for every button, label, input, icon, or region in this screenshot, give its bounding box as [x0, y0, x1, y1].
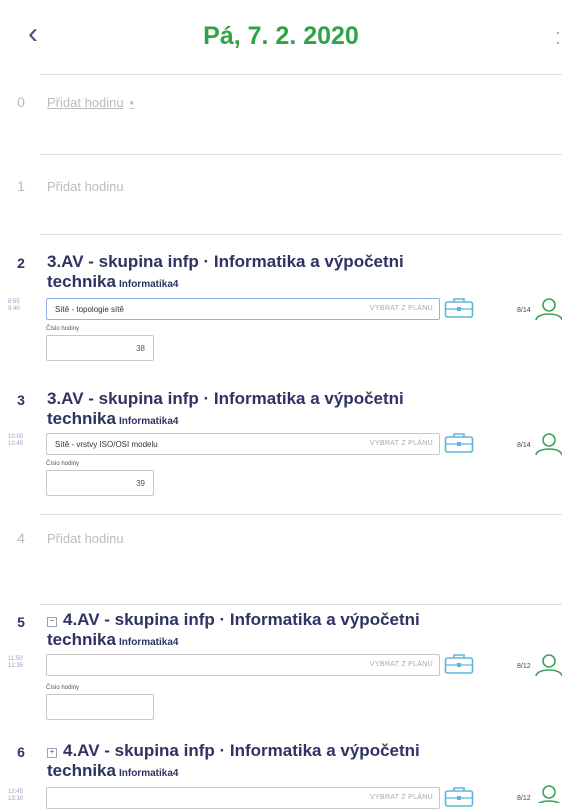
- topic-value: Sítě - topologie sítě: [55, 305, 124, 314]
- lesson-number: 3: [17, 392, 25, 408]
- attendance-count: 8/14: [517, 307, 531, 314]
- time-end: 13:30: [8, 796, 24, 802]
- lesson-slot-1: 1 Přidat hodinu: [0, 154, 562, 234]
- briefcase-icon[interactable]: [444, 653, 474, 675]
- pick-from-plan-button[interactable]: VYBRAT Z PLÁNU: [370, 794, 433, 801]
- subject-name: Informatika4: [118, 416, 179, 427]
- person-icon[interactable]: [533, 784, 562, 803]
- topic-input[interactable]: VYBRAT Z PLÁNU: [46, 654, 440, 676]
- lesson-number: 5: [17, 614, 25, 630]
- lesson-slot-3: 3 3.AV - skupina infp · Informatika a vý…: [0, 384, 562, 514]
- lesson-slot-4: 4 Přidat hodinu: [0, 514, 562, 604]
- lesson-title-text: 3.AV - skupina infp · Informatika a výpo…: [47, 252, 404, 291]
- person-icon[interactable]: [533, 432, 562, 456]
- pick-from-plan-button[interactable]: VYBRAT Z PLÁNU: [370, 440, 433, 447]
- topic-input[interactable]: VYBRAT Z PLÁNU: [46, 787, 440, 809]
- briefcase-icon[interactable]: [444, 432, 474, 454]
- pick-from-plan-button[interactable]: VYBRAT Z PLÁNU: [370, 305, 433, 312]
- lesson-number: 2: [17, 255, 25, 271]
- add-lesson-link[interactable]: Přidat hodinu •: [47, 95, 134, 110]
- lesson-number-value: 38: [136, 344, 145, 353]
- group-expand-icon[interactable]: −: [47, 617, 57, 627]
- lesson-time: 8:55 9:40: [8, 299, 20, 313]
- lesson-title-text: 4.AV - skupina infp · Informatika a výpo…: [47, 610, 420, 649]
- date-header: ‹ Pá, 7. 2. 2020 :: [0, 0, 562, 70]
- add-lesson-label: Přidat hodinu: [47, 95, 124, 110]
- time-start: 8:55: [8, 299, 20, 305]
- topic-input[interactable]: Sítě - topologie sítě VYBRAT Z PLÁNU: [46, 298, 440, 320]
- topic-value: Sítě - vrstvy ISO/OSI modelu: [55, 440, 158, 449]
- lesson-number: 4: [17, 530, 25, 546]
- time-end: 9:40: [8, 306, 20, 312]
- lesson-title-text: 3.AV - skupina infp · Informatika a výpo…: [47, 389, 404, 428]
- lesson-number-label: Číslo hodiny: [46, 326, 80, 332]
- briefcase-icon[interactable]: [444, 297, 474, 319]
- time-start: 12:45: [8, 789, 24, 795]
- lesson-slot-0: 0 Přidat hodinu •: [0, 74, 562, 154]
- lesson-time: 12:45 13:30: [8, 789, 23, 803]
- divider: [40, 74, 562, 75]
- person-icon[interactable]: [533, 297, 562, 321]
- lesson-number-label: Číslo hodiny: [46, 685, 80, 691]
- lesson-title[interactable]: 3.AV - skupina infp · Informatika a výpo…: [47, 252, 467, 295]
- dropdown-dot-icon[interactable]: •: [130, 96, 134, 110]
- lesson-number: 6: [17, 744, 25, 760]
- subject-name: Informatika4: [118, 637, 179, 648]
- divider: [40, 154, 562, 155]
- lesson-number-label: Číslo hodiny: [46, 461, 80, 467]
- add-lesson-link[interactable]: Přidat hodinu: [47, 531, 124, 546]
- lesson-slot-2: 2 3.AV - skupina infp · Informatika a vý…: [0, 234, 562, 384]
- lesson-slot-6: 6 +4.AV - skupina infp · Informatika a v…: [0, 739, 562, 809]
- divider: [40, 604, 562, 605]
- group-expand-icon[interactable]: +: [47, 748, 57, 758]
- person-icon[interactable]: [533, 653, 562, 677]
- time-end: 10:45: [8, 441, 24, 447]
- lesson-title[interactable]: 3.AV - skupina infp · Informatika a výpo…: [47, 389, 467, 432]
- divider: [40, 514, 562, 515]
- lesson-number-value: 39: [136, 479, 145, 488]
- next-day-icon[interactable]: :: [555, 24, 561, 50]
- add-lesson-link[interactable]: Přidat hodinu: [47, 179, 124, 194]
- time-start: 11:50: [8, 656, 23, 662]
- lesson-time: 10:00 10:45: [8, 434, 23, 448]
- lesson-title[interactable]: +4.AV - skupina infp · Informatika a výp…: [47, 741, 467, 784]
- briefcase-icon[interactable]: [444, 786, 474, 808]
- lesson-slot-5: 5 −4.AV - skupina infp · Informatika a v…: [0, 604, 562, 739]
- attendance-count: 8/12: [517, 795, 531, 802]
- lesson-title-text: 4.AV - skupina infp · Informatika a výpo…: [47, 741, 420, 780]
- divider: [40, 234, 562, 235]
- lesson-number-input[interactable]: 38: [46, 335, 154, 361]
- lesson-number-input[interactable]: [46, 694, 154, 720]
- attendance-count: 8/12: [517, 663, 531, 670]
- pick-from-plan-button[interactable]: VYBRAT Z PLÁNU: [370, 661, 433, 668]
- lesson-title[interactable]: −4.AV - skupina infp · Informatika a výp…: [47, 610, 467, 653]
- lesson-number-input[interactable]: 39: [46, 470, 154, 496]
- lesson-time: 11:50 12:35: [8, 656, 23, 670]
- page-title-date: Pá, 7. 2. 2020: [203, 22, 359, 50]
- subject-name: Informatika4: [118, 768, 179, 779]
- lesson-number: 0: [17, 94, 25, 110]
- time-start: 10:00: [8, 434, 24, 440]
- topic-input[interactable]: Sítě - vrstvy ISO/OSI modelu VYBRAT Z PL…: [46, 433, 440, 455]
- time-end: 12:35: [8, 663, 24, 669]
- lesson-number: 1: [17, 178, 25, 194]
- attendance-count: 8/14: [517, 442, 531, 449]
- subject-name: Informatika4: [118, 279, 179, 290]
